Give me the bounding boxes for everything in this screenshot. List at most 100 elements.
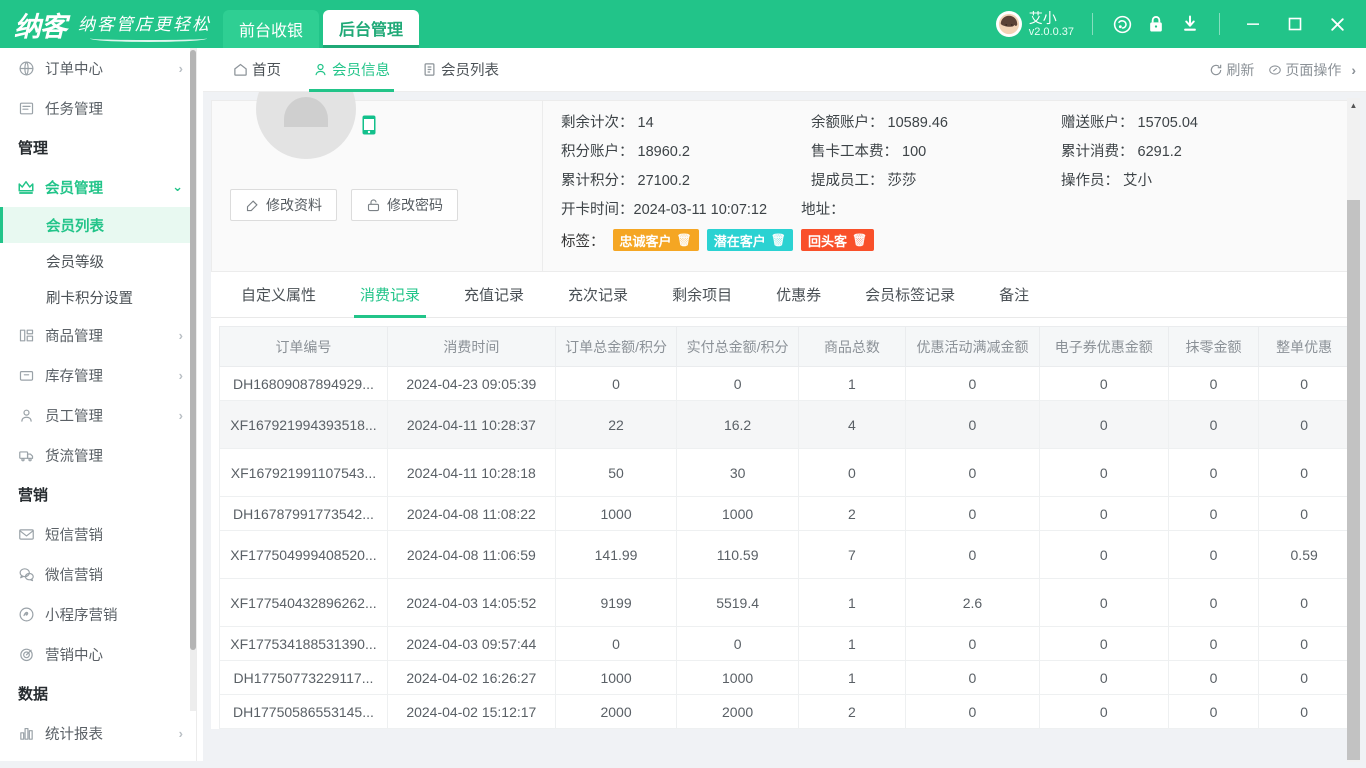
lock-icon[interactable]: [1139, 7, 1173, 41]
table-cell: 0: [1258, 400, 1350, 449]
table-cell: 2024-04-03 14:05:52: [386, 578, 556, 627]
trash-icon[interactable]: 🗑: [852, 233, 867, 247]
record-tab-label: 充值记录: [464, 287, 525, 304]
member-tag-label: 潜在客户: [713, 233, 766, 249]
tab-member-info[interactable]: 会员信息: [297, 48, 406, 92]
record-tab[interactable]: 消费记录: [338, 272, 442, 318]
table-cell: 0.59: [1258, 530, 1350, 579]
table-cell: 0: [1167, 366, 1260, 401]
sidebar-item[interactable]: 短信营销: [0, 514, 196, 554]
table-row[interactable]: DH16809087894929... 2024-04-23 09:05:39 0 0…: [219, 366, 1350, 401]
sidebar-scrollbar-thumb[interactable]: [190, 50, 196, 650]
record-tab[interactable]: 充次记录: [546, 272, 650, 318]
sidebar-item[interactable]: 营销中心: [0, 634, 196, 674]
table-row[interactable]: XF177504999408520... 2024-04-08 11:06:59 1…: [219, 530, 1350, 579]
table-cell: 0: [905, 660, 1040, 695]
sidebar-item[interactable]: 货流管理: [0, 435, 196, 475]
table-cell: DH17750586553145...: [219, 694, 388, 729]
sidebar-item[interactable]: 订单中心 ›: [0, 48, 196, 88]
member-tag-label: 忠诚客户: [619, 233, 672, 249]
table-row[interactable]: DH17750773229117... 2024-04-02 16:26:27 10…: [219, 660, 1350, 695]
sidebar-subitem[interactable]: 刷卡积分设置: [0, 279, 196, 315]
page-operations-button[interactable]: 页面操作: [1268, 60, 1341, 80]
user-block[interactable]: 艾小 v2.0.0.37: [995, 10, 1074, 39]
sidebar-item[interactable]: 任务管理: [0, 88, 196, 128]
sidebar-item[interactable]: 微信营销: [0, 554, 196, 594]
record-tab[interactable]: 自定义属性: [219, 272, 338, 318]
table-row[interactable]: DH17750586553145... 2024-04-02 15:12:17 20…: [219, 694, 1350, 729]
edit-profile-button[interactable]: 修改资料: [230, 189, 337, 221]
record-tab[interactable]: 优惠券: [754, 272, 843, 318]
minimize-icon[interactable]: [1232, 0, 1274, 48]
table-row[interactable]: DH16787991773542... 2024-04-08 11:08:22 10…: [219, 496, 1350, 531]
sidebar-item[interactable]: 小程序营销: [0, 594, 196, 634]
divider-2: [1219, 13, 1220, 35]
tab-home[interactable]: 首页: [217, 48, 297, 92]
member-tag-chip[interactable]: 回头客 🗑: [801, 229, 875, 251]
home-icon: [233, 62, 248, 77]
avatar: [995, 10, 1022, 37]
sidebar-subitem[interactable]: 会员等级: [0, 243, 196, 279]
close-icon[interactable]: [1316, 0, 1358, 48]
member-tag-chip[interactable]: 忠诚客户 🗑: [612, 229, 699, 251]
tab-member-list-label: 会员列表: [441, 63, 499, 79]
member-info-value: 6291.2: [1137, 144, 1182, 160]
user-texts: 艾小 v2.0.0.37: [1029, 10, 1074, 39]
headset-icon[interactable]: [1105, 7, 1139, 41]
sidebar-item[interactable]: 统计报表 ›: [0, 713, 196, 753]
chevron-right-icon: ›: [178, 725, 183, 741]
record-tab[interactable]: 会员标签记录: [843, 272, 977, 318]
topnav-backend-admin[interactable]: 后台管理: [323, 10, 420, 48]
member-fields-column: 剩余计次： 14 余额账户： 10589.46 赠送账户： 15705.04 积分账户： 18…: [542, 101, 1357, 271]
trash-icon[interactable]: 🗑: [771, 233, 786, 247]
table-column-header: 电子券优惠金额: [1038, 326, 1169, 367]
table-cell: 0: [1167, 694, 1260, 729]
sidebar-item[interactable]: 会员管理 ⌄: [0, 167, 196, 207]
table-cell: XF167921991107543...: [219, 448, 388, 497]
table-cell: 141.99: [554, 530, 678, 579]
tab-member-list[interactable]: 会员列表: [406, 48, 515, 92]
table-row[interactable]: XF177534188531390... 2024-04-03 09:57:44 0…: [219, 626, 1350, 661]
change-password-button[interactable]: 修改密码: [351, 189, 458, 221]
sidebar-item[interactable]: 库存管理 ›: [0, 355, 196, 395]
sidebar-item[interactable]: 员工管理 ›: [0, 395, 196, 435]
trash-icon[interactable]: 🗑: [677, 233, 692, 247]
table-row[interactable]: XF167921991107543... 2024-04-11 10:28:18 5…: [219, 448, 1350, 497]
record-tab[interactable]: 备注: [977, 272, 1051, 318]
record-tab[interactable]: 剩余项目: [650, 272, 754, 318]
member-info-grid: 剩余计次： 14 余额账户： 10589.46 赠送账户： 15705.04 积分账户： 18…: [561, 111, 1357, 190]
chevron-right-icon: ›: [178, 367, 183, 383]
table-cell: 0: [1167, 660, 1260, 695]
refresh-button[interactable]: 刷新: [1209, 60, 1254, 80]
table-cell: 0: [1038, 626, 1169, 661]
main-scrollbar-thumb[interactable]: [1347, 200, 1360, 760]
member-info-field: 累计积分： 27100.2: [561, 169, 811, 190]
chevron-right-icon[interactable]: ›: [1351, 62, 1356, 78]
topnav-front-desk[interactable]: 前台收银: [223, 10, 320, 48]
record-tab[interactable]: 充值记录: [442, 272, 546, 318]
table-cell: XF177504999408520...: [219, 530, 388, 579]
maximize-icon[interactable]: [1274, 0, 1316, 48]
sidebar-subitem[interactable]: 会员列表: [0, 207, 196, 243]
table-cell: 7: [797, 530, 907, 579]
member-tag-chip[interactable]: 潜在客户 🗑: [706, 229, 793, 251]
table-cell: 0: [797, 448, 907, 497]
table-cell: 50: [554, 448, 678, 497]
table-row[interactable]: XF177540432896262... 2024-04-03 14:05:52 9…: [219, 578, 1350, 627]
sidebar-subitem-label: 会员等级: [46, 254, 104, 271]
download-icon[interactable]: [1173, 7, 1207, 41]
edit-icon: [245, 198, 260, 213]
table-cell: 0: [1258, 578, 1350, 627]
member-info-value: 14: [637, 115, 654, 131]
table-row[interactable]: XF167921994393518... 2024-04-11 10:28:37 2…: [219, 400, 1350, 449]
member-info-field: 售卡工本费： 100: [811, 140, 1061, 161]
tag-chip-list: 忠诚客户 🗑 潜在客户 🗑 回头客 🗑: [605, 229, 875, 251]
table-cell: 2024-04-02 16:26:27: [386, 660, 556, 695]
sidebar-item-label: 会员管理: [45, 180, 103, 197]
table-cell: 0: [1038, 400, 1169, 449]
table-cell: 30: [676, 448, 799, 497]
scroll-up-arrow-icon[interactable]: ▲: [1347, 98, 1360, 112]
sidebar-item[interactable]: 商品管理 ›: [0, 315, 196, 355]
divider: [1092, 13, 1093, 35]
member-info-wide-row: 开卡时间：2024-03-11 10:07:12 地址：: [561, 198, 1357, 219]
